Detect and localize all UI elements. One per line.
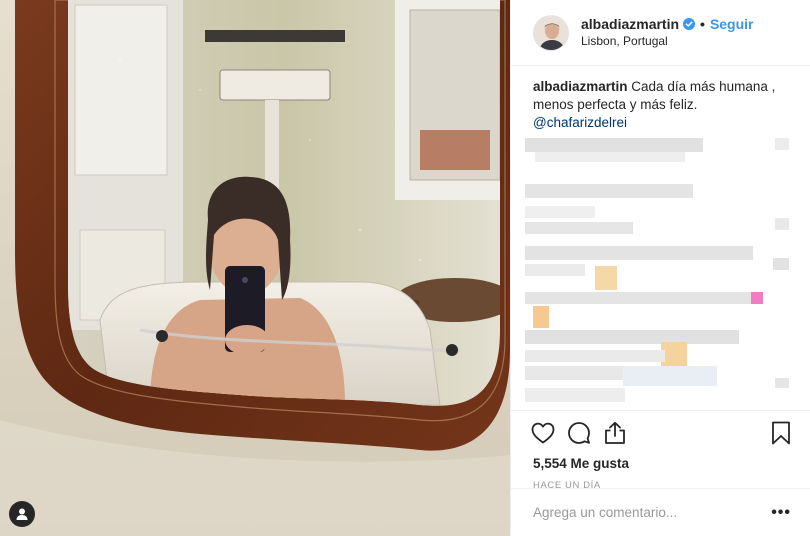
caption-mention[interactable]: @chafarizdelrei: [533, 115, 627, 130]
comments-section: albadiazmartin Cada día más humana , men…: [511, 66, 810, 410]
post-side-panel: albadiazmartin • Seguir Lisbon, Portugal…: [510, 0, 810, 536]
more-options-icon[interactable]: •••: [771, 504, 791, 522]
likes-count[interactable]: 5,554 Me gusta: [531, 456, 793, 471]
share-upload-icon[interactable]: [603, 421, 627, 445]
post-photo[interactable]: [0, 0, 510, 536]
user-tag-icon[interactable]: [9, 501, 35, 527]
post-caption: albadiazmartin Cada día más humana , men…: [533, 78, 789, 132]
separator-dot: •: [700, 15, 705, 32]
comment-bubble-icon[interactable]: [567, 421, 591, 445]
avatar[interactable]: [533, 14, 569, 51]
follow-button[interactable]: Seguir: [710, 16, 754, 33]
mirror-selfie-image: [0, 0, 510, 536]
heart-icon[interactable]: [531, 421, 555, 445]
bookmark-icon[interactable]: [769, 421, 793, 445]
username-link[interactable]: albadiazmartin: [581, 16, 679, 33]
post-actions: 5,554 Me gusta HACE UN DÍA: [511, 410, 810, 491]
verified-badge-icon: [683, 18, 696, 30]
caption-username[interactable]: albadiazmartin: [533, 79, 628, 94]
post-header: albadiazmartin • Seguir Lisbon, Portugal: [511, 0, 810, 66]
add-comment-bar: •••: [511, 488, 810, 536]
comment-input[interactable]: [533, 505, 772, 520]
location-link[interactable]: Lisbon, Portugal: [581, 33, 754, 50]
